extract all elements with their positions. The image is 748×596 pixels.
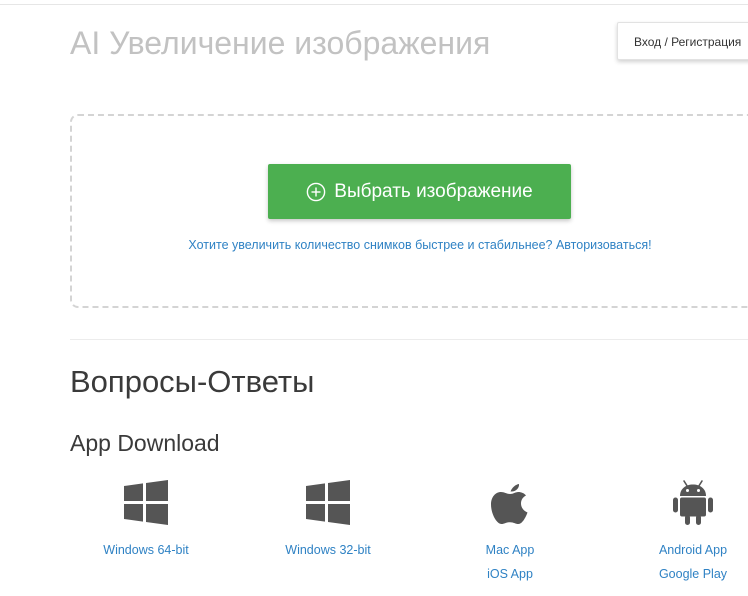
app-apple: Mac App iOS App xyxy=(430,478,590,586)
select-image-button[interactable]: Выбрать изображение xyxy=(268,164,571,219)
windows-icon xyxy=(124,480,168,525)
apple-icon xyxy=(491,484,528,524)
faq-heading[interactable]: Вопросы-Ответы xyxy=(70,362,314,402)
top-divider xyxy=(0,4,748,5)
section-divider xyxy=(70,339,748,340)
windows-icon xyxy=(306,480,350,525)
windows-32-link[interactable]: Windows 32-bit xyxy=(248,538,408,562)
select-image-label: Выбрать изображение xyxy=(334,180,533,202)
login-link[interactable]: Авторизоваться! xyxy=(556,238,652,252)
google-play-link[interactable]: Google Play xyxy=(613,562,748,586)
android-icon xyxy=(673,480,713,525)
app-download-heading: App Download xyxy=(70,430,220,456)
upload-hint: Хотите увеличить количество снимков быст… xyxy=(70,238,748,252)
ios-app-link[interactable]: iOS App xyxy=(430,562,590,586)
page: AI Увеличение изображения Вход / Регистр… xyxy=(0,0,748,596)
upload-hint-text: Хотите увеличить количество снимков быст… xyxy=(188,238,556,252)
mac-app-link[interactable]: Mac App xyxy=(430,538,590,562)
app-windows-64: Windows 64-bit xyxy=(66,478,226,562)
android-app-link[interactable]: Android App xyxy=(613,538,748,562)
windows-64-link[interactable]: Windows 64-bit xyxy=(66,538,226,562)
page-title: AI Увеличение изображения xyxy=(70,25,491,61)
app-windows-32: Windows 32-bit xyxy=(248,478,408,562)
app-android: Android App Google Play xyxy=(613,478,748,586)
plus-circle-icon xyxy=(306,182,326,201)
login-register-button[interactable]: Вход / Регистрация xyxy=(617,22,748,60)
